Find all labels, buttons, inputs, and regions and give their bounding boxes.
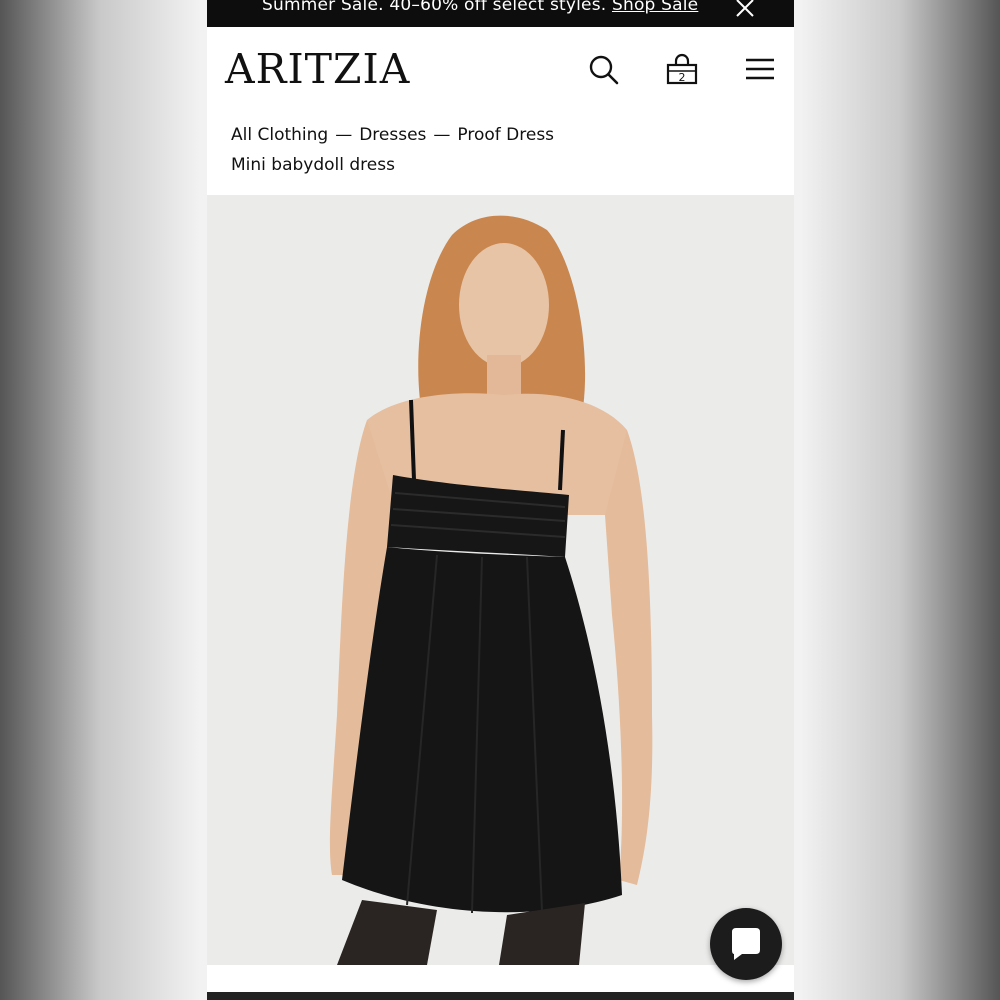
breadcrumb-proof-dress[interactable]: Proof Dress <box>457 125 554 145</box>
breadcrumb-dresses[interactable]: Dresses <box>359 125 426 145</box>
breadcrumb-separator: — <box>433 125 451 145</box>
chat-button[interactable] <box>710 908 782 980</box>
product-photo[interactable] <box>207 195 794 965</box>
shopping-bag-icon[interactable]: 2 <box>665 53 699 87</box>
promo-text: Summer Sale. 40–60% off select styles. <box>262 0 607 15</box>
breadcrumb: All Clothing — Dresses — Proof Dress <box>231 125 554 145</box>
bottom-bar <box>207 992 794 1000</box>
bag-count: 2 <box>679 71 686 84</box>
breadcrumb-all-clothing[interactable]: All Clothing <box>231 125 328 145</box>
search-icon[interactable] <box>587 53 621 87</box>
close-icon[interactable] <box>733 0 757 20</box>
aritzia-logo[interactable]: ARITZIA <box>225 45 410 93</box>
chat-bubble-icon <box>732 928 760 960</box>
promo-message: Summer Sale. 40–60% off select styles. S… <box>262 0 698 15</box>
product-subtitle: Mini babydoll dress <box>231 155 395 175</box>
site-header: ARITZIA 2 <box>207 27 794 115</box>
promo-banner: Summer Sale. 40–60% off select styles. S… <box>207 0 794 27</box>
shop-sale-link[interactable]: Shop Sale <box>612 0 698 15</box>
product-photo-illustration <box>207 195 794 965</box>
hamburger-menu-icon[interactable] <box>743 53 777 87</box>
mobile-page: Summer Sale. 40–60% off select styles. S… <box>207 0 794 1000</box>
breadcrumb-separator: — <box>335 125 353 145</box>
